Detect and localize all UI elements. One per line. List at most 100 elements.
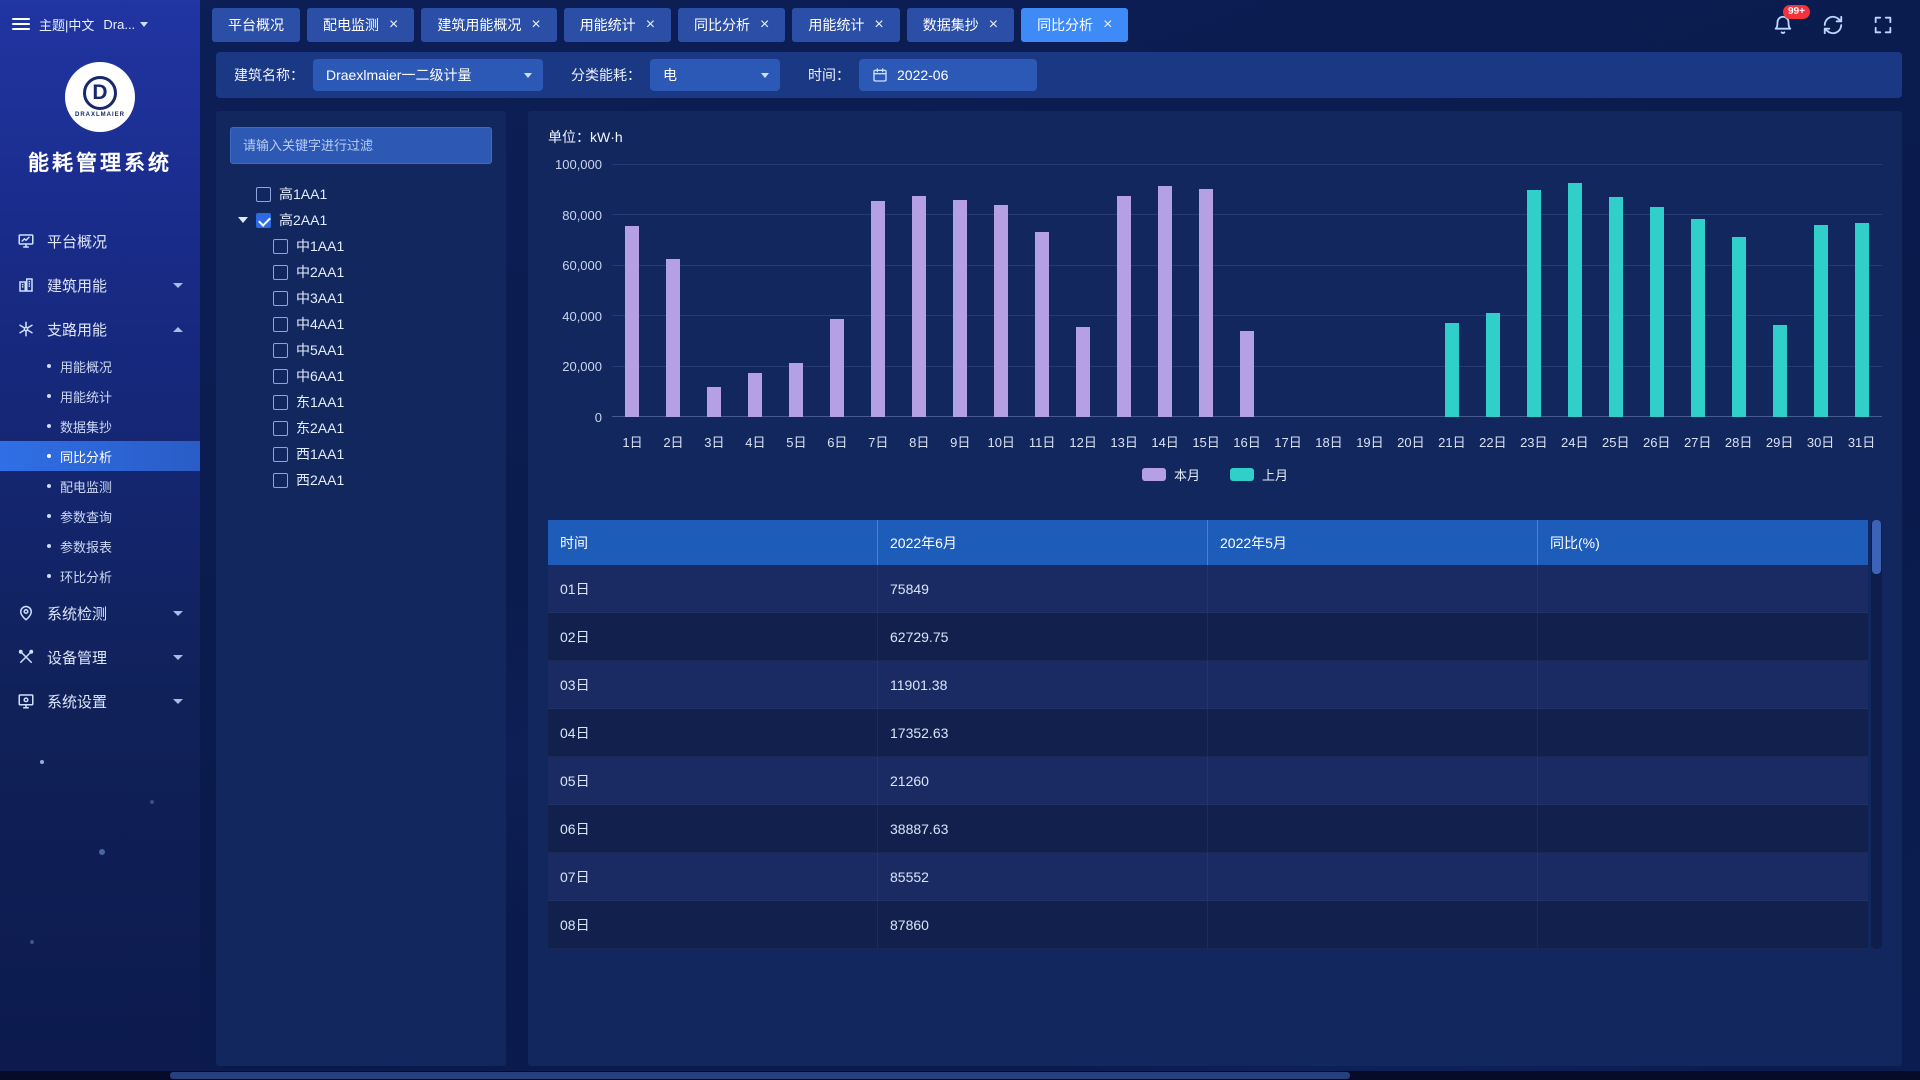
tab-配电监测[interactable]: 配电监测× (307, 8, 414, 42)
tree-checkbox[interactable] (273, 421, 288, 436)
sidebar-item-设备管理[interactable]: 设备管理 (0, 635, 200, 679)
tree-node-中1AA1[interactable]: 中1AA1 (230, 233, 492, 259)
bar-本月-6日[interactable] (830, 319, 844, 417)
bar-本月-8日[interactable] (912, 196, 926, 417)
bar-本月-11日[interactable] (1035, 232, 1049, 417)
tree-checkbox[interactable] (273, 265, 288, 280)
tree-node-中2AA1[interactable]: 中2AA1 (230, 259, 492, 285)
table-row[interactable]: 05日21260 (548, 757, 1868, 805)
horizontal-scrollbar-thumb[interactable] (170, 1072, 1350, 1079)
tab-同比分析[interactable]: 同比分析× (678, 8, 785, 42)
bar-上月-23日[interactable] (1527, 190, 1541, 417)
fullscreen-button[interactable] (1870, 12, 1896, 38)
tab-用能统计[interactable]: 用能统计× (564, 8, 671, 42)
tree-checkbox[interactable] (256, 187, 271, 202)
sidebar-item-系统设置[interactable]: 系统设置 (0, 679, 200, 723)
tab-close-icon[interactable]: × (874, 17, 883, 33)
building-switcher[interactable]: Dra... (103, 17, 148, 32)
tab-数据集抄[interactable]: 数据集抄× (907, 8, 1014, 42)
tab-平台概况[interactable]: 平台概况 (212, 8, 300, 42)
sidebar-item-支路用能[interactable]: 支路用能 (0, 307, 200, 351)
tab-建筑用能概况[interactable]: 建筑用能概况× (421, 8, 556, 42)
sidebar-item-同比分析[interactable]: 同比分析 (0, 441, 200, 471)
sidebar-item-用能概况[interactable]: 用能概况 (0, 351, 200, 381)
table-row[interactable]: 02日62729.75 (548, 613, 1868, 661)
notifications-button[interactable]: 99+ (1770, 12, 1796, 38)
bar-本月-1日[interactable] (625, 226, 639, 417)
table-scrollbar-track[interactable] (1871, 520, 1882, 949)
bar-上月-29日[interactable] (1773, 325, 1787, 417)
bar-本月-9日[interactable] (953, 200, 967, 417)
bar-本月-10日[interactable] (994, 205, 1008, 417)
refresh-button[interactable] (1820, 12, 1846, 38)
bar-上月-26日[interactable] (1650, 207, 1664, 417)
table-scrollbar-thumb[interactable] (1872, 520, 1881, 574)
tree-checkbox[interactable] (273, 317, 288, 332)
sidebar-item-建筑用能[interactable]: 建筑用能 (0, 263, 200, 307)
sidebar-item-平台概况[interactable]: 平台概况 (0, 219, 200, 263)
bar-上月-31日[interactable] (1855, 223, 1869, 417)
table-row[interactable]: 06日38887.63 (548, 805, 1868, 853)
tree-checkbox[interactable] (273, 473, 288, 488)
bar-上月-28日[interactable] (1732, 237, 1746, 417)
bar-本月-14日[interactable] (1158, 186, 1172, 417)
bar-上月-27日[interactable] (1691, 219, 1705, 417)
bar-本月-2日[interactable] (666, 259, 680, 417)
tab-close-icon[interactable]: × (989, 17, 998, 33)
bar-上月-22日[interactable] (1486, 313, 1500, 417)
bar-本月-7日[interactable] (871, 201, 885, 417)
bar-本月-13日[interactable] (1117, 196, 1131, 418)
tree-checkbox[interactable] (273, 343, 288, 358)
bar-本月-3日[interactable] (707, 387, 721, 417)
tab-close-icon[interactable]: × (531, 17, 540, 33)
hamburger-menu-icon[interactable] (12, 18, 30, 30)
theme-language-link[interactable]: 主题|中文 (39, 15, 94, 34)
table-row[interactable]: 04日17352.63 (548, 709, 1868, 757)
tree-node-中5AA1[interactable]: 中5AA1 (230, 337, 492, 363)
tree-node-西2AA1[interactable]: 西2AA1 (230, 467, 492, 493)
bar-本月-16日[interactable] (1240, 331, 1254, 417)
table-row[interactable]: 08日87860 (548, 901, 1868, 949)
date-picker[interactable]: 2022-06 (859, 59, 1037, 91)
table-row[interactable]: 03日11901.38 (548, 661, 1868, 709)
tree-node-中3AA1[interactable]: 中3AA1 (230, 285, 492, 311)
bar-上月-30日[interactable] (1814, 225, 1828, 417)
bar-上月-25日[interactable] (1609, 197, 1623, 417)
tree-node-高2AA1[interactable]: 高2AA1 (230, 207, 492, 233)
sidebar-item-参数查询[interactable]: 参数查询 (0, 501, 200, 531)
tree-checkbox[interactable] (273, 447, 288, 462)
energy-type-select[interactable]: 电 (650, 59, 780, 91)
tree-checkbox[interactable] (273, 291, 288, 306)
tab-close-icon[interactable]: × (1103, 17, 1112, 33)
horizontal-scrollbar-track[interactable] (0, 1071, 1920, 1080)
legend-item-上月[interactable]: 上月 (1230, 465, 1288, 484)
sidebar-item-系统检测[interactable]: 系统检测 (0, 591, 200, 635)
tree-search-input[interactable] (230, 127, 492, 164)
table-row[interactable]: 01日75849 (548, 565, 1868, 613)
tab-用能统计[interactable]: 用能统计× (792, 8, 899, 42)
tab-close-icon[interactable]: × (389, 17, 398, 33)
sidebar-item-用能统计[interactable]: 用能统计 (0, 381, 200, 411)
sidebar-item-参数报表[interactable]: 参数报表 (0, 531, 200, 561)
table-row[interactable]: 07日85552 (548, 853, 1868, 901)
bar-上月-21日[interactable] (1445, 323, 1459, 417)
sidebar-item-环比分析[interactable]: 环比分析 (0, 561, 200, 591)
bar-上月-24日[interactable] (1568, 183, 1582, 417)
tab-close-icon[interactable]: × (760, 17, 769, 33)
tab-同比分析[interactable]: 同比分析× (1021, 8, 1128, 42)
tree-node-东1AA1[interactable]: 东1AA1 (230, 389, 492, 415)
sidebar-item-配电监测[interactable]: 配电监测 (0, 471, 200, 501)
sidebar-item-数据集抄[interactable]: 数据集抄 (0, 411, 200, 441)
tree-expand-icon[interactable] (238, 217, 248, 223)
building-select[interactable]: Draexlmaier一二级计量 (313, 59, 543, 91)
legend-item-本月[interactable]: 本月 (1142, 465, 1200, 484)
tree-checkbox[interactable] (273, 369, 288, 384)
tree-node-中6AA1[interactable]: 中6AA1 (230, 363, 492, 389)
bar-本月-15日[interactable] (1199, 189, 1213, 417)
bar-本月-4日[interactable] (748, 373, 762, 417)
bar-本月-12日[interactable] (1076, 327, 1090, 417)
bar-本月-5日[interactable] (789, 363, 803, 417)
tree-node-中4AA1[interactable]: 中4AA1 (230, 311, 492, 337)
tab-close-icon[interactable]: × (646, 17, 655, 33)
tree-checkbox[interactable] (256, 213, 271, 228)
